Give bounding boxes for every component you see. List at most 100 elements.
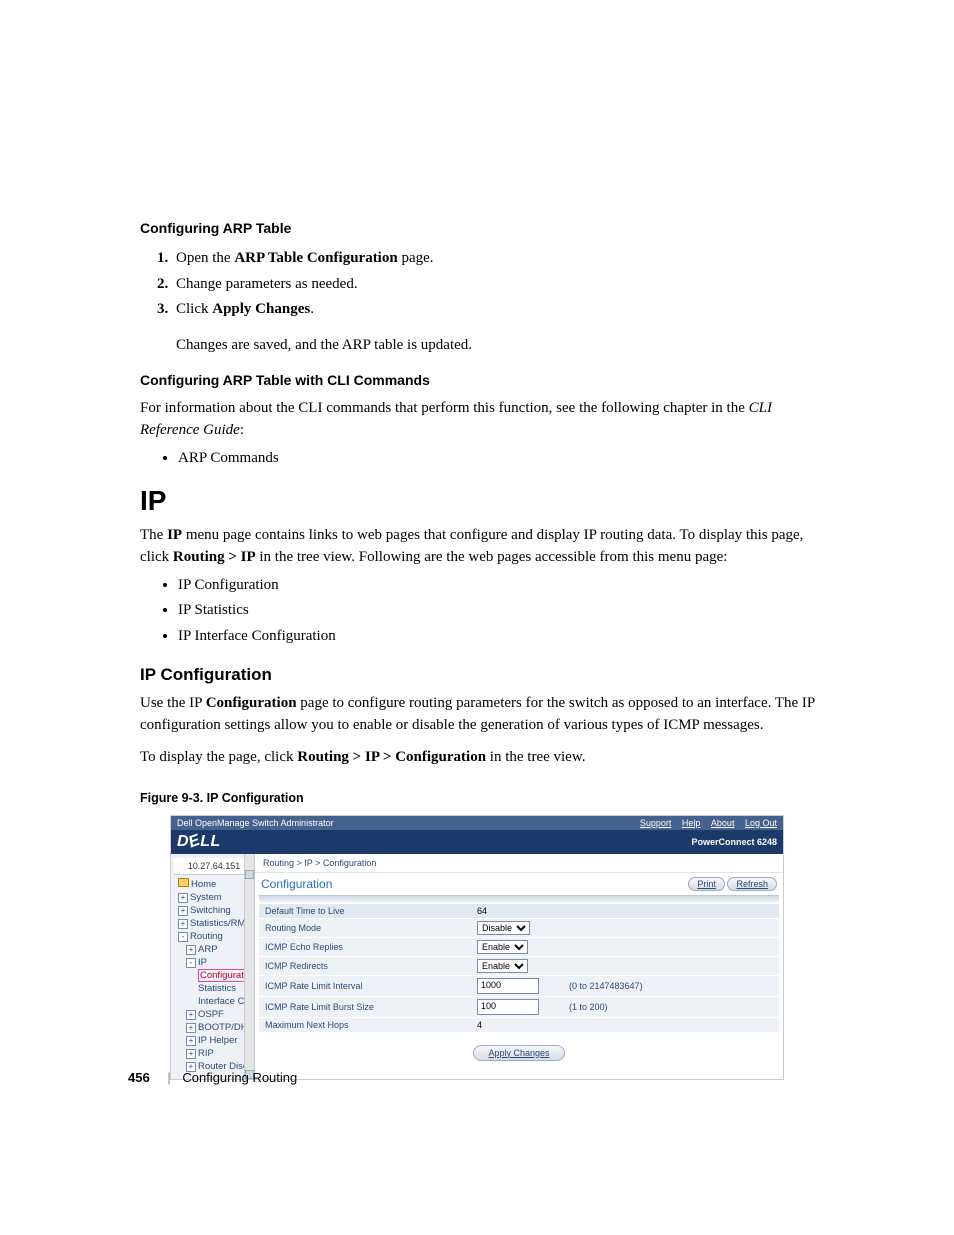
row-ttl: Default Time to Live 64 (259, 904, 779, 919)
link-help[interactable]: Help (682, 818, 701, 828)
ip-intro-paragraph: The IP menu page contains links to web p… (140, 525, 818, 569)
input-rate-limit-burst[interactable]: 100 (477, 999, 539, 1015)
nav-ip-interface-config[interactable]: Interface Config (174, 995, 254, 1008)
heading-configuring-arp-table: Configuring ARP Table (140, 220, 818, 236)
nav-ip-helper[interactable]: +IP Helper (174, 1034, 254, 1047)
label-routing-mode: Routing Mode (259, 918, 471, 937)
expand-icon[interactable]: + (186, 1023, 196, 1033)
row-rate-limit-burst: ICMP Rate Limit Burst Size 100 (1 to 200… (259, 996, 779, 1017)
ip-bullet-stats: IP Statistics (178, 598, 818, 624)
select-routing-mode[interactable]: Disable (477, 921, 530, 935)
ipcfg1-b: Configuration (206, 695, 297, 711)
label-icmp-redirects: ICMP Redirects (259, 956, 471, 975)
link-logout[interactable]: Log Out (745, 818, 777, 828)
label-rate-limit-burst: ICMP Rate Limit Burst Size (259, 996, 471, 1017)
nav-arp[interactable]: +ARP (174, 943, 254, 956)
nav-ip[interactable]: -IP (174, 956, 254, 969)
heading-ip-configuration: IP Configuration (140, 665, 818, 685)
collapse-icon[interactable]: - (178, 932, 188, 942)
expand-icon[interactable]: + (186, 1049, 196, 1059)
step-3: Click Apply Changes. (172, 297, 818, 323)
nav-statistics[interactable]: +Statistics/RMON (174, 917, 254, 930)
refresh-button[interactable]: Refresh (727, 877, 777, 891)
label-max-next-hops: Maximum Next Hops (259, 1017, 471, 1032)
nav-switching[interactable]: +Switching (174, 904, 254, 917)
params-table: Default Time to Live 64 Routing Mode Dis… (259, 904, 779, 1033)
row-rate-limit-interval: ICMP Rate Limit Interval 1000 (0 to 2147… (259, 975, 779, 996)
step-3-text-a: Click (176, 301, 212, 317)
product-label: PowerConnect 6248 (691, 837, 777, 847)
app-main: 10.27.64.151 Home +System +Switching +St… (171, 854, 783, 1079)
logo-bar: DELL PowerConnect 6248 (171, 830, 783, 854)
step-3-text-c: . (310, 301, 314, 317)
ipcfg-paragraph-2: To display the page, click Routing > IP … (140, 747, 818, 769)
step-2-text: Change parameters as needed. (176, 276, 358, 292)
nav-scrollbar[interactable] (244, 854, 254, 1079)
ip-intro-bold: IP (167, 527, 182, 543)
steps-list: Open the ARP Table Configuration page. C… (140, 246, 818, 323)
content-panel: Routing > IP > Configuration Configurati… (255, 854, 783, 1079)
nav-ip-configuration[interactable]: Configuration (174, 969, 254, 982)
nav-system[interactable]: +System (174, 891, 254, 904)
label-ttl: Default Time to Live (259, 904, 471, 919)
ip-bullet-config: IP Configuration (178, 573, 818, 599)
cli-para-text: For information about the CLI commands t… (140, 400, 749, 416)
scroll-up-icon[interactable] (245, 870, 254, 879)
nav-ip-statistics[interactable]: Statistics (174, 982, 254, 995)
cli-bullet-arp: ARP Commands (178, 446, 818, 472)
document-page: Configuring ARP Table Open the ARP Table… (0, 0, 954, 1235)
step-1-text-a: Open the (176, 250, 234, 266)
figure-caption: Figure 9-3. IP Configuration (140, 791, 818, 805)
nav-rip[interactable]: +RIP (174, 1047, 254, 1060)
value-max-next-hops: 4 (471, 1017, 563, 1032)
ip-intro-a: The (140, 527, 167, 543)
footer-title: Configuring Routing (182, 1070, 297, 1085)
panel-header: Configuration Print Refresh (255, 873, 783, 895)
panel-title: Configuration (261, 877, 332, 891)
topbar-links: Support Help About Log Out (632, 818, 777, 828)
expand-icon[interactable]: + (186, 1036, 196, 1046)
ip-intro-c: in the tree view. Following are the web … (256, 549, 728, 565)
nav-tree[interactable]: 10.27.64.151 Home +System +Switching +St… (171, 854, 255, 1079)
collapse-icon[interactable]: - (186, 958, 196, 968)
step-1-text-c: page. (398, 250, 434, 266)
nav-bootp[interactable]: +BOOTP/DHCP Rel (174, 1021, 254, 1034)
step-3-bold: Apply Changes (212, 301, 310, 317)
input-rate-limit-interval[interactable]: 1000 (477, 978, 539, 994)
ip-intro-nav: Routing > IP (173, 549, 256, 565)
select-icmp-redirects[interactable]: Enable (477, 959, 528, 973)
ipcfg-paragraph-1: Use the IP Configuration page to configu… (140, 693, 818, 737)
app-topbar: Dell OpenManage Switch Administrator Sup… (171, 816, 783, 830)
value-ttl: 64 (471, 904, 563, 919)
print-button[interactable]: Print (688, 877, 725, 891)
dell-logo: DELL (177, 833, 221, 851)
nav-ospf[interactable]: +OSPF (174, 1008, 254, 1021)
divider (259, 895, 779, 902)
ipcfg2-b: Routing > IP > Configuration (297, 749, 486, 765)
ipcfg2-c: in the tree view. (486, 749, 585, 765)
screenshot-ip-configuration: Dell OpenManage Switch Administrator Sup… (170, 815, 784, 1080)
cli-paragraph: For information about the CLI commands t… (140, 398, 818, 442)
select-icmp-echo[interactable]: Enable (477, 940, 528, 954)
label-icmp-echo: ICMP Echo Replies (259, 937, 471, 956)
nav-routing[interactable]: -Routing (174, 930, 254, 943)
page-footer: 456 | Configuring Routing (128, 1070, 297, 1085)
link-about[interactable]: About (711, 818, 735, 828)
link-support[interactable]: Support (640, 818, 672, 828)
expand-icon[interactable]: + (178, 919, 188, 929)
label-rate-limit-interval: ICMP Rate Limit Interval (259, 975, 471, 996)
range-rate-limit-burst: (1 to 200) (563, 996, 779, 1017)
row-routing-mode: Routing Mode Disable (259, 918, 779, 937)
nav-home[interactable]: Home (174, 877, 254, 891)
expand-icon[interactable]: + (186, 1010, 196, 1020)
apply-changes-button[interactable]: Apply Changes (473, 1045, 564, 1061)
expand-icon[interactable]: + (178, 893, 188, 903)
cli-colon: : (240, 422, 244, 438)
ip-bullet-ifconfig: IP Interface Configuration (178, 624, 818, 650)
range-rate-limit-interval: (0 to 2147483647) (563, 975, 779, 996)
cli-bullet-list: ARP Commands (140, 446, 818, 472)
expand-icon[interactable]: + (178, 906, 188, 916)
folder-icon (178, 878, 189, 887)
footer-separator: | (167, 1070, 170, 1085)
expand-icon[interactable]: + (186, 945, 196, 955)
